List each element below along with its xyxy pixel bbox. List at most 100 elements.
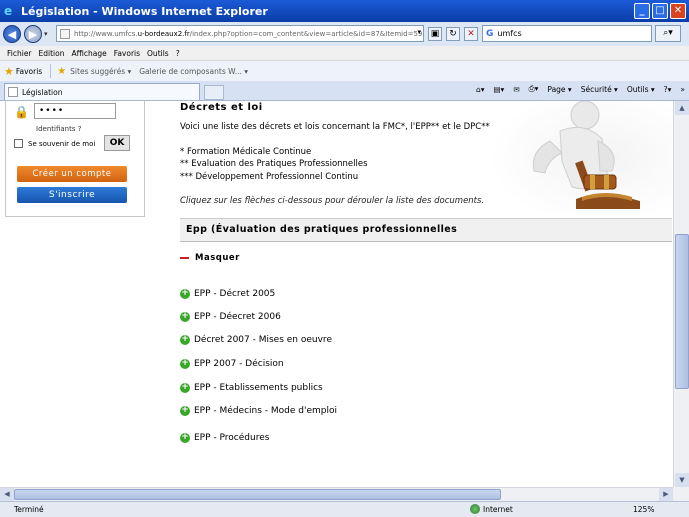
menu-tools[interactable]: Outils <box>147 49 169 58</box>
judge-gavel-illustration <box>490 101 672 213</box>
print-icon[interactable]: ⎙▾ <box>529 84 539 94</box>
document-title[interactable]: Décret 2007 - Mises en oeuvre <box>194 335 332 345</box>
search-box[interactable]: G umfcs <box>482 25 652 42</box>
google-icon: G <box>486 28 494 39</box>
minus-icon <box>180 257 189 259</box>
epp-section-header[interactable]: Epp (Évaluation des pratiques profession… <box>180 219 672 242</box>
tab-legislation[interactable]: Législation <box>4 83 200 100</box>
refresh-icon[interactable]: ↻ <box>446 27 460 41</box>
lock-icon: 🔒 <box>14 105 29 119</box>
identifiants-link[interactable]: Identifiants ? <box>36 125 81 133</box>
zoom-level[interactable]: 125% <box>633 505 654 514</box>
favorites-star-icon: ★ <box>4 64 14 78</box>
status-text: Terminé <box>14 505 44 514</box>
command-bar: ⌂▾ ▤▾ ✉ ⎙▾ Page ▾ Sécurité ▾ Outils ▾ ?▾… <box>467 84 685 94</box>
vertical-scrollbar[interactable]: ▲ ▼ <box>673 101 689 487</box>
favbar-divider <box>50 64 52 78</box>
document-title[interactable]: EPP - Médecins - Mode d'emploi <box>194 406 337 416</box>
document-item[interactable]: + EPP - Déecret 2006 <box>180 312 281 322</box>
close-button[interactable]: ✕ <box>670 3 686 19</box>
scroll-left-arrow-icon[interactable]: ◀ <box>0 488 14 501</box>
stop-icon[interactable]: ✕ <box>464 27 478 41</box>
address-bar[interactable]: http://www.umfcs.u-bordeaux2.fr/index.ph… <box>56 25 424 42</box>
ok-button[interactable]: OK <box>104 135 130 151</box>
document-item[interactable]: + EPP - Etablissements publics <box>180 383 323 393</box>
expand-plus-icon[interactable]: + <box>180 433 190 443</box>
create-account-button[interactable]: Créer un compte <box>17 166 127 182</box>
hide-label: Masquer <box>195 253 240 263</box>
more-icon[interactable]: » <box>680 85 685 94</box>
horizontal-scroll-thumb[interactable] <box>14 489 501 500</box>
menu-file[interactable]: Fichier <box>7 49 32 58</box>
remember-checkbox[interactable] <box>14 139 23 148</box>
definition-dpc: *** Développement Professionnel Continu <box>180 172 359 182</box>
document-title[interactable]: EPP 2007 - Décision <box>194 359 284 369</box>
horizontal-scrollbar[interactable]: ◀ ▶ <box>0 487 673 501</box>
definition-epp: ** Evaluation des Pratiques Professionne… <box>180 159 368 169</box>
document-title[interactable]: EPP - Etablissements publics <box>194 383 323 393</box>
login-panel: 🔒 •••• Identifiants ? Se souvenir de moi… <box>5 101 145 217</box>
hide-toggle[interactable]: Masquer <box>180 253 240 263</box>
remember-me[interactable]: Se souvenir de moi <box>14 139 95 148</box>
expand-plus-icon[interactable]: + <box>180 335 190 345</box>
help-icon[interactable]: ?▾ <box>664 85 672 94</box>
forward-button[interactable]: ▶ <box>24 25 42 43</box>
article-intro: Voici une liste des décrets et lois conc… <box>180 122 497 132</box>
expand-plus-icon[interactable]: + <box>180 383 190 393</box>
add-favorite-icon[interactable]: ★ <box>57 66 66 77</box>
document-item[interactable]: + EPP - Décret 2005 <box>180 289 275 299</box>
maximize-button[interactable]: □ <box>652 3 668 19</box>
favorites-bar: ★ Favoris ★ Sites suggérés ▾ Galerie de … <box>0 60 689 81</box>
compatibility-view-icon[interactable]: ▣ <box>428 27 442 41</box>
menu-view[interactable]: Affichage <box>71 49 106 58</box>
expand-plus-icon[interactable]: + <box>180 312 190 322</box>
expand-plus-icon[interactable]: + <box>180 406 190 416</box>
search-button[interactable]: ⌕▾ <box>655 25 681 42</box>
expand-plus-icon[interactable]: + <box>180 359 190 369</box>
address-dropdown-icon[interactable]: ▾ <box>417 28 421 36</box>
document-item[interactable]: + EPP - Procédures <box>180 433 269 443</box>
new-tab-button[interactable] <box>204 85 224 100</box>
document-title[interactable]: EPP - Décret 2005 <box>194 289 275 299</box>
article: Décrets et loi Voici une liste des décre… <box>180 101 672 487</box>
suggested-sites-button[interactable]: Sites suggérés ▾ <box>70 67 131 76</box>
home-icon[interactable]: ⌂▾ <box>476 85 485 94</box>
internet-zone-icon <box>470 504 480 514</box>
article-heading: Décrets et loi <box>180 102 263 113</box>
document-item[interactable]: + EPP - Médecins - Mode d'emploi <box>180 406 337 416</box>
menu-edit[interactable]: Edition <box>39 49 65 58</box>
minimize-button[interactable]: _ <box>634 3 650 19</box>
scroll-right-arrow-icon[interactable]: ▶ <box>659 488 673 501</box>
document-item[interactable]: + Décret 2007 - Mises en oeuvre <box>180 335 332 345</box>
menu-favorites[interactable]: Favoris <box>114 49 140 58</box>
scroll-down-arrow-icon[interactable]: ▼ <box>675 473 689 487</box>
document-title[interactable]: EPP - Procédures <box>194 433 269 443</box>
vertical-scroll-thumb[interactable] <box>675 234 689 389</box>
page-icon <box>60 28 70 39</box>
document-title[interactable]: EPP - Déecret 2006 <box>194 312 281 322</box>
expand-plus-icon[interactable]: + <box>180 289 190 299</box>
status-bar: Terminé Internet 125% <box>0 501 689 517</box>
document-item[interactable]: + EPP 2007 - Décision <box>180 359 284 369</box>
window-controls: _ □ ✕ <box>634 3 686 19</box>
signup-button[interactable]: S'inscrire <box>17 187 127 203</box>
tab-label: Législation <box>22 87 63 97</box>
security-menu[interactable]: Sécurité ▾ <box>581 85 618 94</box>
favorites-button[interactable]: Favoris <box>16 67 42 76</box>
search-input[interactable]: umfcs <box>497 29 521 38</box>
back-button[interactable]: ◀ <box>3 25 21 43</box>
web-slice-gallery-button[interactable]: Galerie de composants W... ▾ <box>139 67 248 76</box>
scroll-up-arrow-icon[interactable]: ▲ <box>675 101 689 115</box>
scrollbar-corner <box>673 487 689 501</box>
tab-favicon <box>8 87 18 97</box>
window-title: Législation - Windows Internet Explorer <box>21 4 268 18</box>
url-text[interactable]: http://www.umfcs.u-bordeaux2.fr/index.ph… <box>74 30 422 38</box>
recent-pages-dropdown-icon[interactable]: ▾ <box>44 30 48 38</box>
password-field[interactable]: •••• <box>34 103 116 119</box>
feeds-icon[interactable]: ▤▾ <box>493 85 504 94</box>
mail-icon[interactable]: ✉ <box>513 85 519 94</box>
security-zone-label: Internet <box>483 505 513 514</box>
page-menu[interactable]: Page ▾ <box>547 85 571 94</box>
tools-menu[interactable]: Outils ▾ <box>627 85 655 94</box>
menu-help[interactable]: ? <box>176 49 180 58</box>
